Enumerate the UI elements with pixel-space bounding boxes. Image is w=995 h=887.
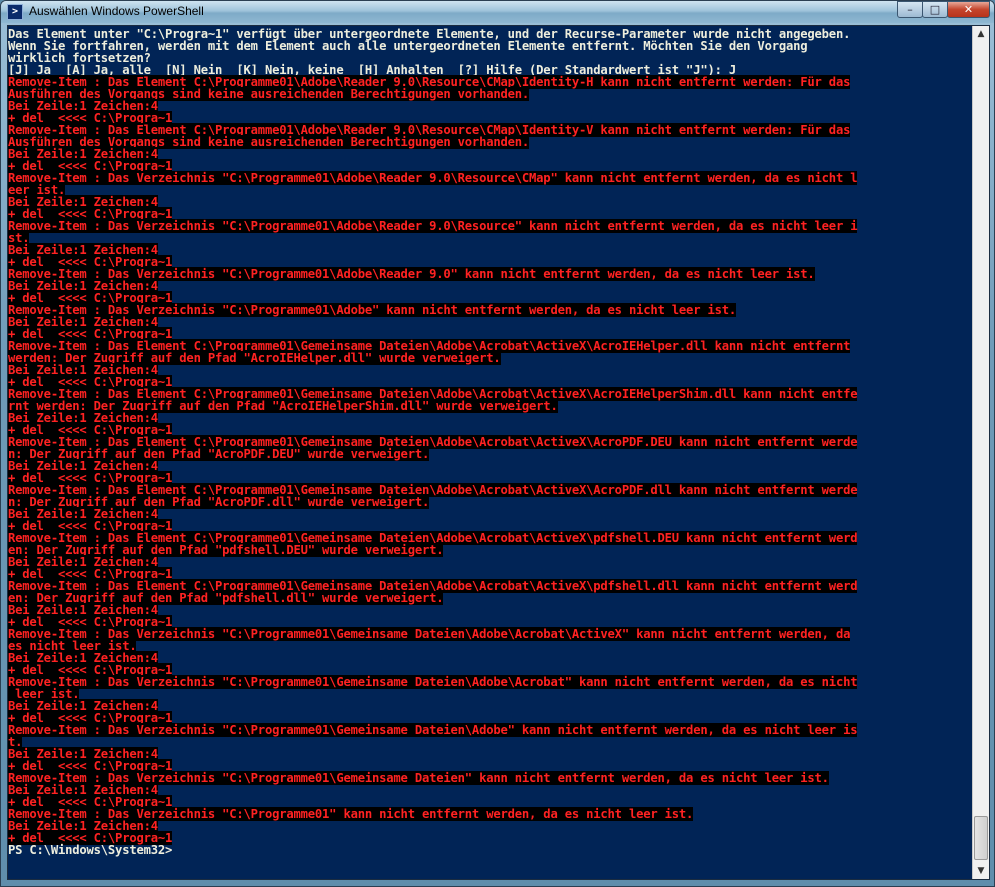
command-prompt: PS C:\Windows\System32>: [8, 843, 180, 857]
console-line-text: Remove-Item : Das Verzeichnis "C:\Progra…: [8, 675, 858, 689]
window-title: Auswählen Windows PowerShell: [29, 4, 204, 18]
console-line-text: Remove-Item : Das Verzeichnis "C:\Progra…: [8, 723, 858, 737]
maximize-button[interactable]: □: [922, 1, 948, 18]
console-output[interactable]: Das Element unter "C:\Progra~1" verfügt …: [8, 26, 970, 879]
scroll-up-arrow-icon[interactable]: ▲: [973, 26, 989, 42]
scroll-down-arrow-icon[interactable]: ▼: [973, 863, 989, 879]
console-output-line: Wenn Sie fortfahren, werden mit dem Elem…: [8, 40, 970, 52]
scrollbar-thumb[interactable]: [974, 816, 988, 860]
vertical-scrollbar[interactable]: ▲ ▼: [972, 26, 989, 879]
command-prompt-line[interactable]: PS C:\Windows\System32>: [8, 844, 970, 856]
close-button[interactable]: ✕: [947, 1, 990, 18]
title-bar[interactable]: > Auswählen Windows PowerShell – □ ✕: [1, 1, 994, 23]
console-line-text: Remove-Item : Das Verzeichnis "C:\Progra…: [8, 171, 858, 185]
powershell-window: > Auswählen Windows PowerShell – □ ✕ Das…: [0, 0, 995, 887]
powershell-icon[interactable]: >: [7, 4, 23, 20]
error-output-line: Remove-Item : Das Verzeichnis "C:\Progra…: [8, 723, 970, 737]
error-output-line: Remove-Item : Das Verzeichnis "C:\Progra…: [8, 675, 970, 689]
console-line-text: Remove-Item : Das Verzeichnis "C:\Progra…: [8, 219, 858, 233]
minimize-button[interactable]: –: [897, 1, 923, 18]
error-output-line: Remove-Item : Das Verzeichnis "C:\Progra…: [8, 171, 970, 185]
console-area[interactable]: Das Element unter "C:\Progra~1" verfügt …: [7, 25, 990, 880]
error-output-line: Remove-Item : Das Verzeichnis "C:\Progra…: [8, 627, 970, 641]
error-output-line: Remove-Item : Das Verzeichnis "C:\Progra…: [8, 219, 970, 233]
